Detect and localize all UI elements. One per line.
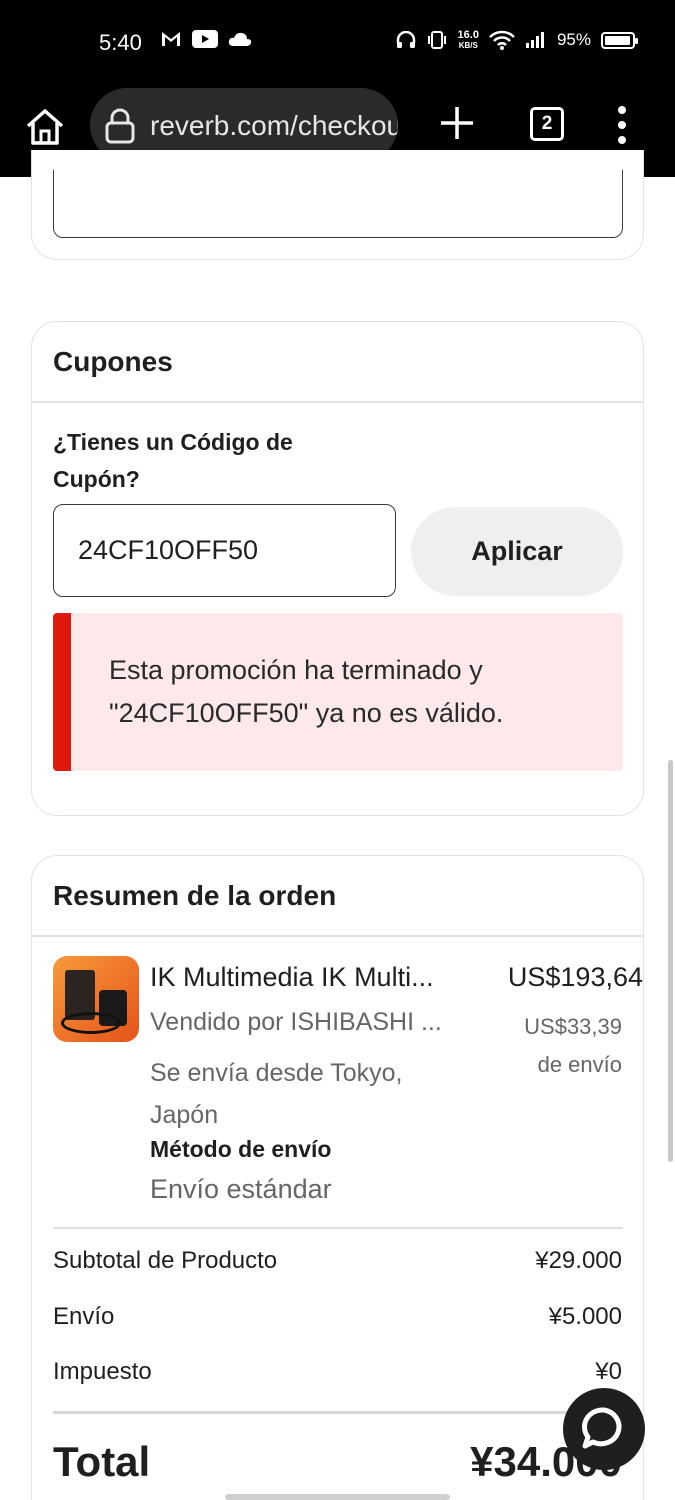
shipping-method-label: Método de envío <box>150 1136 332 1162</box>
tax-value: ¥0 <box>595 1358 622 1385</box>
order-summary-card: Resumen de la orden IK Multimedia IK Mul… <box>31 855 644 1500</box>
vibrate-icon <box>427 31 446 49</box>
order-summary-title: Resumen de la orden <box>53 880 337 911</box>
youtube-icon <box>192 30 218 48</box>
shipping-price-suffix: de envío <box>537 1052 622 1077</box>
more-vertical-icon[interactable] <box>610 104 634 146</box>
network-speed-value: 16.0 <box>457 29 479 41</box>
battery-fill <box>605 35 630 45</box>
product-price: US$193,64 <box>507 962 643 992</box>
plus-icon[interactable] <box>438 104 476 142</box>
subtotal-value: ¥29.000 <box>535 1247 622 1274</box>
url-text[interactable]: reverb.com/checkout <box>150 110 398 142</box>
shipping-method: Envío estándar <box>150 1174 332 1204</box>
headphones-icon <box>396 31 415 48</box>
shipping-value: ¥5.000 <box>548 1303 622 1330</box>
coupon-question-label: ¿Tienes un Código de Cupón? <box>53 429 293 492</box>
battery-icon <box>601 31 638 49</box>
notification-icons <box>160 30 252 48</box>
total-label: Total <box>53 1438 151 1485</box>
status-bar: 5:40 16.0 KB/S 95% <box>0 0 675 86</box>
signal-icon <box>525 32 544 48</box>
thumbnail-cable <box>61 1012 121 1034</box>
lock-icon[interactable] <box>104 108 136 144</box>
battery-percent: 95% <box>556 30 591 49</box>
wifi-icon <box>489 30 515 50</box>
shipping-label: Envío <box>53 1303 115 1330</box>
tax-label: Impuesto <box>53 1358 152 1385</box>
status-right-icons: 16.0 KB/S 95% <box>396 29 638 51</box>
home-icon[interactable] <box>22 104 68 150</box>
status-time: 5:40 <box>99 30 142 55</box>
tabs-count-button[interactable]: 2 <box>530 107 564 141</box>
coupons-divider <box>32 401 643 403</box>
text-area[interactable] <box>53 170 623 238</box>
product-seller: Vendido por ISHIBASHI ... <box>150 1008 442 1036</box>
cloud-icon <box>228 32 252 46</box>
gmail-icon <box>162 32 180 46</box>
alert-accent-bar <box>53 613 71 771</box>
previous-section-card <box>31 150 644 260</box>
coupons-title: Cupones <box>53 346 173 377</box>
gesture-bar[interactable] <box>225 1494 450 1500</box>
network-speed-unit: KB/S <box>458 41 478 50</box>
coupon-error-message: Esta promoción ha terminado y "24CF10OFF… <box>109 655 504 728</box>
line-items-divider <box>53 1227 623 1229</box>
total-divider <box>53 1411 623 1414</box>
ships-from: Se envía desde Tokyo, Japón <box>150 1059 403 1129</box>
product-thumbnail[interactable] <box>53 956 139 1042</box>
coupon-code-input[interactable] <box>53 504 396 597</box>
product-name[interactable]: IK Multimedia IK Multi... <box>150 962 480 993</box>
coupons-card: Cupones ¿Tienes un Código de Cupón? Apli… <box>31 321 644 816</box>
page-scrollbar[interactable] <box>668 760 673 1162</box>
chat-icon <box>582 1407 622 1449</box>
apply-coupon-button[interactable]: Aplicar <box>411 507 623 596</box>
chat-button[interactable] <box>563 1388 645 1470</box>
shipping-price: US$33,39 de envío <box>482 1008 622 1084</box>
network-speed: 16.0 KB/S <box>457 29 479 51</box>
coupon-error-alert: Esta promoción ha terminado y "24CF10OFF… <box>53 613 623 771</box>
shipping-price-value: US$33,39 <box>524 1014 622 1039</box>
subtotal-label: Subtotal de Producto <box>53 1247 278 1274</box>
summary-divider <box>32 935 643 937</box>
